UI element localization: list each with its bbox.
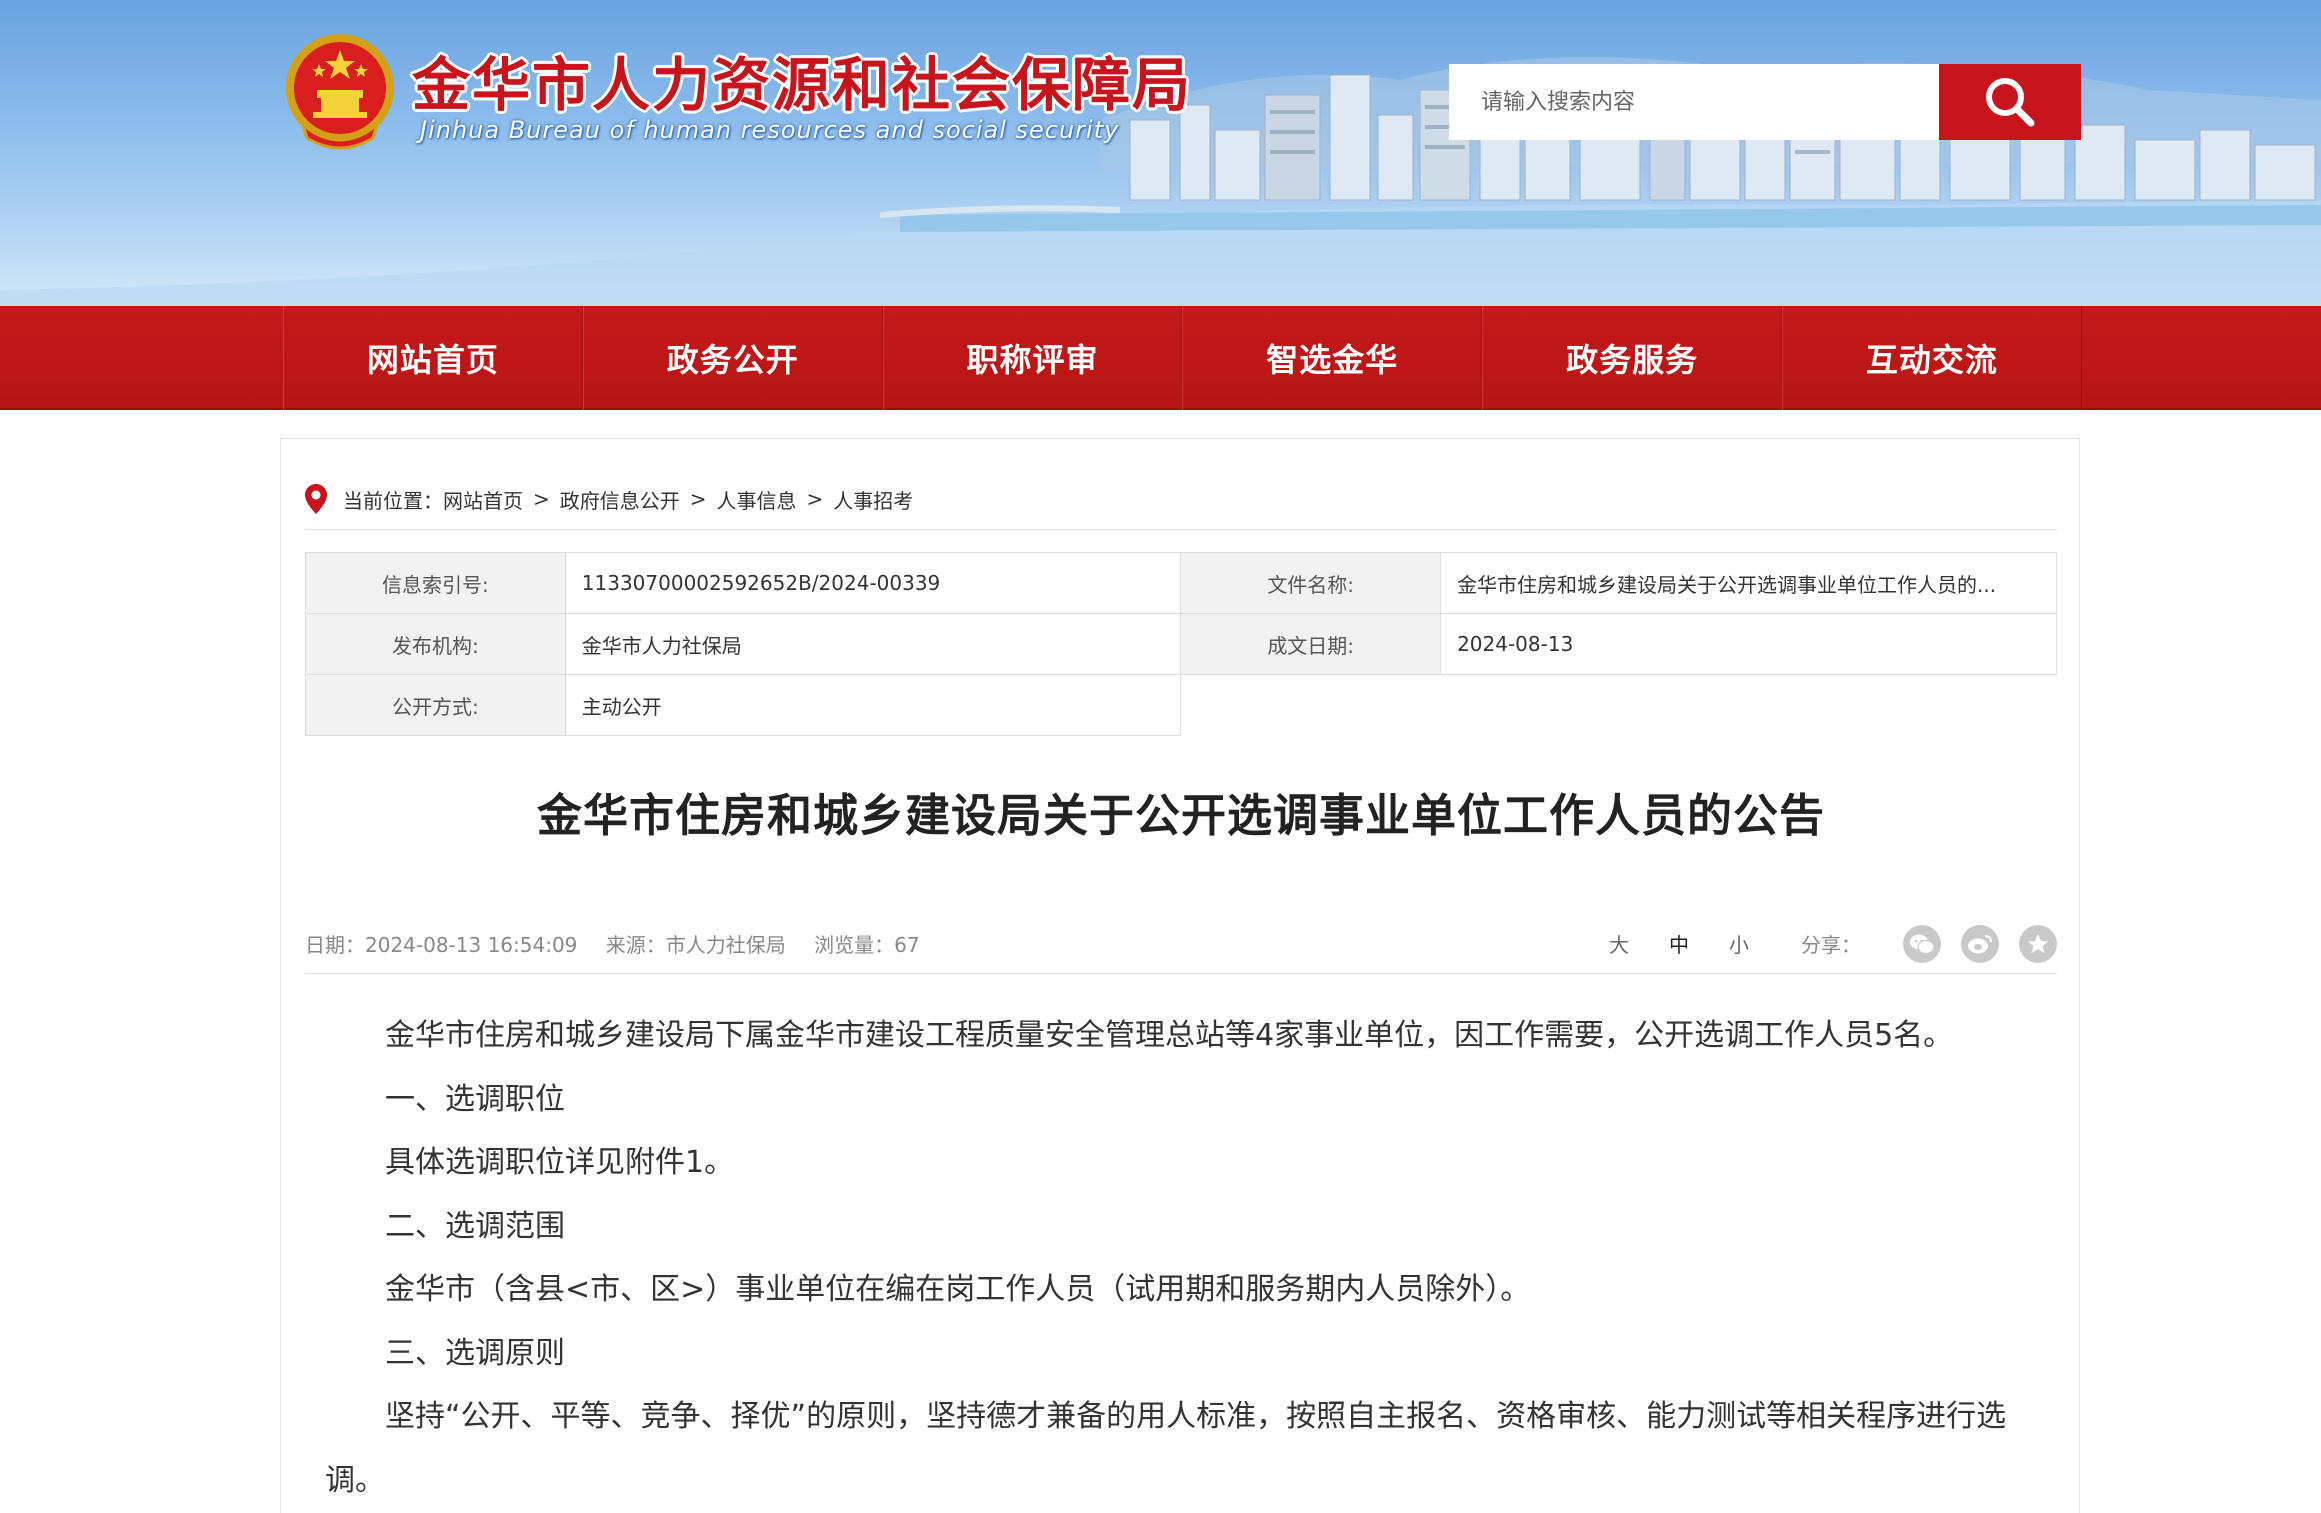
paragraph: 三、选调原则 (385, 1335, 565, 1371)
breadcrumb-separator: > (689, 487, 707, 511)
date-value: 2024-08-13 (1440, 613, 2057, 675)
breadcrumb-separator: > (806, 487, 824, 511)
content-panel: 当前位置： 网站首页 > 政府信息公开 > 人事信息 > 人事招考 信息索引号:… (280, 438, 2080, 1513)
weibo-share-icon[interactable] (1961, 924, 1999, 963)
method-label: 公开方式: (305, 674, 566, 736)
publish-date: 日期：2024-08-13 16:54:09 (305, 933, 578, 957)
nav-item-home[interactable]: 网站首页 (283, 306, 583, 410)
nav-item-interaction[interactable]: 互动交流 (1781, 306, 2082, 410)
paragraph: 具体选调职位详见附件1。 (385, 1145, 735, 1180)
font-size-large-button[interactable]: 大 (1609, 929, 1629, 958)
paragraph: 金华市（含县<市、区>）事业单位在编在岗工作人员（试用期和服务期内人员除外）。 (385, 1272, 1531, 1307)
index-label: 信息索引号: (305, 552, 566, 614)
wechat-share-icon[interactable] (1903, 924, 1941, 963)
breadcrumb-personnel-info[interactable]: 人事信息 (717, 485, 797, 514)
filename-value: 金华市住房和城乡建设局关于公开选调事业单位工作人员的... (1440, 552, 2057, 614)
site-title: 金华市人力资源和社会保障局 (412, 51, 1193, 119)
article-source: 来源：市人力社保局 (605, 933, 786, 957)
paragraph: 金华市住房和城乡建设局下属金华市建设工程质量安全管理总站等4家事业单位，因工作需… (385, 1018, 1954, 1053)
article-body: 金华市住房和城乡建设局下属金华市建设工程质量安全管理总站等4家事业单位，因工作需… (325, 1004, 2045, 1512)
nav-item-title-review[interactable]: 职称评审 (882, 306, 1183, 410)
method-value: 主动公开 (564, 674, 1182, 736)
site-subtitle: Jinhua Bureau of human resources and soc… (420, 116, 1120, 144)
paragraph: 一、选调职位 (385, 1081, 565, 1117)
breadcrumb-home[interactable]: 网站首页 (443, 485, 523, 514)
info-meta-table: 信息索引号: 11330700002592652B/2024-00339 文件名… (305, 552, 2057, 736)
share-label: 分享： (1801, 933, 1861, 957)
nav-item-gov-services[interactable]: 政务服务 (1482, 306, 1782, 410)
breadcrumb-recruitment[interactable]: 人事招考 (833, 485, 913, 514)
divider (305, 529, 2057, 530)
breadcrumb: 当前位置： 网站首页 > 政府信息公开 > 人事信息 > 人事招考 (305, 481, 913, 517)
paragraph: 坚持“公开、平等、竞争、择优”的原则，坚持德才兼备的用人标准，按照自主报名、资格… (325, 1399, 2007, 1498)
favorite-share-icon[interactable] (2019, 924, 2057, 963)
publisher-label: 发布机构: (305, 613, 566, 675)
breadcrumb-prefix: 当前位置： (343, 488, 443, 513)
national-emblem-icon (286, 34, 394, 150)
article-info-bar: 日期：2024-08-13 16:54:09 来源：市人力社保局 浏览量：67 … (305, 914, 2057, 974)
location-pin-icon (305, 484, 327, 514)
index-value: 11330700002592652B/2024-00339 (564, 552, 1182, 614)
filename-label: 文件名称: (1180, 552, 1442, 614)
date-label: 成文日期: (1180, 613, 1442, 675)
site-header: 金华市人力资源和社会保障局 Jinhua Bureau of human res… (0, 0, 2321, 306)
empty-cell (1180, 674, 2057, 736)
publisher-value: 金华市人力社保局 (564, 613, 1182, 675)
main-nav: 网站首页 政务公开 职称评审 智选金华 政务服务 互动交流 (0, 306, 2321, 410)
breadcrumb-separator: > (533, 487, 550, 511)
table-row: 公开方式: 主动公开 (305, 674, 2057, 736)
breadcrumb-gov-info[interactable]: 政府信息公开 (560, 485, 680, 514)
article-title: 金华市住房和城乡建设局关于公开选调事业单位工作人员的公告 (536, 789, 1825, 842)
search-input[interactable] (1449, 64, 1939, 140)
table-row: 发布机构: 金华市人力社保局 成文日期: 2024-08-13 (305, 613, 2057, 675)
nav-item-zhixuan-jinhua[interactable]: 智选金华 (1182, 306, 1483, 410)
table-row: 信息索引号: 11330700002592652B/2024-00339 文件名… (305, 552, 2057, 614)
view-count: 浏览量：67 (814, 933, 920, 957)
search-button[interactable] (1939, 64, 2081, 140)
font-size-small-button[interactable]: 小 (1729, 929, 1749, 958)
paragraph: 二、选调范围 (385, 1208, 565, 1244)
search-icon (1986, 78, 2035, 127)
font-size-medium-button[interactable]: 中 (1669, 929, 1689, 958)
nav-item-gov-affairs[interactable]: 政务公开 (582, 306, 883, 410)
